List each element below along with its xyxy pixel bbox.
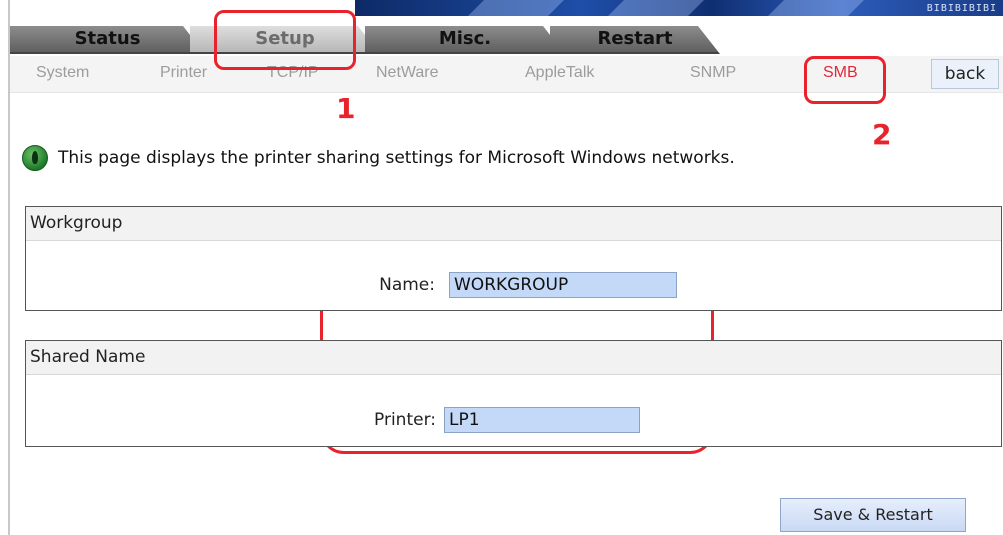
tab-misc[interactable]: Misc. <box>365 26 565 54</box>
tab-status[interactable]: Status <box>10 26 205 54</box>
banner-stripe <box>460 0 570 16</box>
banner-stripe <box>600 0 710 16</box>
annotation-box-smb <box>804 56 886 104</box>
info-text: This page displays the printer sharing s… <box>58 148 735 168</box>
workgroup-name-row: Name: <box>360 272 677 298</box>
subnav-item-snmp[interactable]: SNMP <box>690 64 736 82</box>
banner-logo-text: BIBIBIBIBI <box>926 3 997 14</box>
save-restart-button[interactable]: Save & Restart <box>780 498 966 532</box>
workgroup-name-input[interactable] <box>449 272 677 298</box>
subnav-item-system[interactable]: System <box>36 64 89 82</box>
subnav-item-printer[interactable]: Printer <box>160 64 207 82</box>
shared-printer-input[interactable] <box>444 407 640 433</box>
annotation-number-1: 1 <box>336 92 356 125</box>
info-arrow-icon <box>22 145 48 171</box>
header-banner: BIBIBIBIBI <box>355 0 1003 16</box>
subnav-item-netware[interactable]: NetWare <box>376 64 439 82</box>
back-button[interactable]: back <box>931 59 999 89</box>
printer-admin-page: BIBIBIBIBI Status Setup Misc. Restart Sy… <box>0 0 1003 535</box>
tab-restart[interactable]: Restart <box>550 26 720 54</box>
shared-printer-label: Printer: <box>374 410 436 430</box>
shared-name-section-title: Shared Name <box>26 341 1001 375</box>
annotation-box-setup <box>214 10 356 70</box>
shared-printer-row: Printer: <box>354 407 640 433</box>
banner-stripe <box>760 0 870 16</box>
annotation-number-2: 2 <box>872 118 892 151</box>
info-message: This page displays the printer sharing s… <box>22 145 735 171</box>
main-tabs: Status Setup Misc. Restart <box>10 26 1003 54</box>
subnav-item-appletalk[interactable]: AppleTalk <box>525 64 594 82</box>
workgroup-section-title: Workgroup <box>26 207 1001 241</box>
workgroup-name-label: Name: <box>379 275 435 295</box>
